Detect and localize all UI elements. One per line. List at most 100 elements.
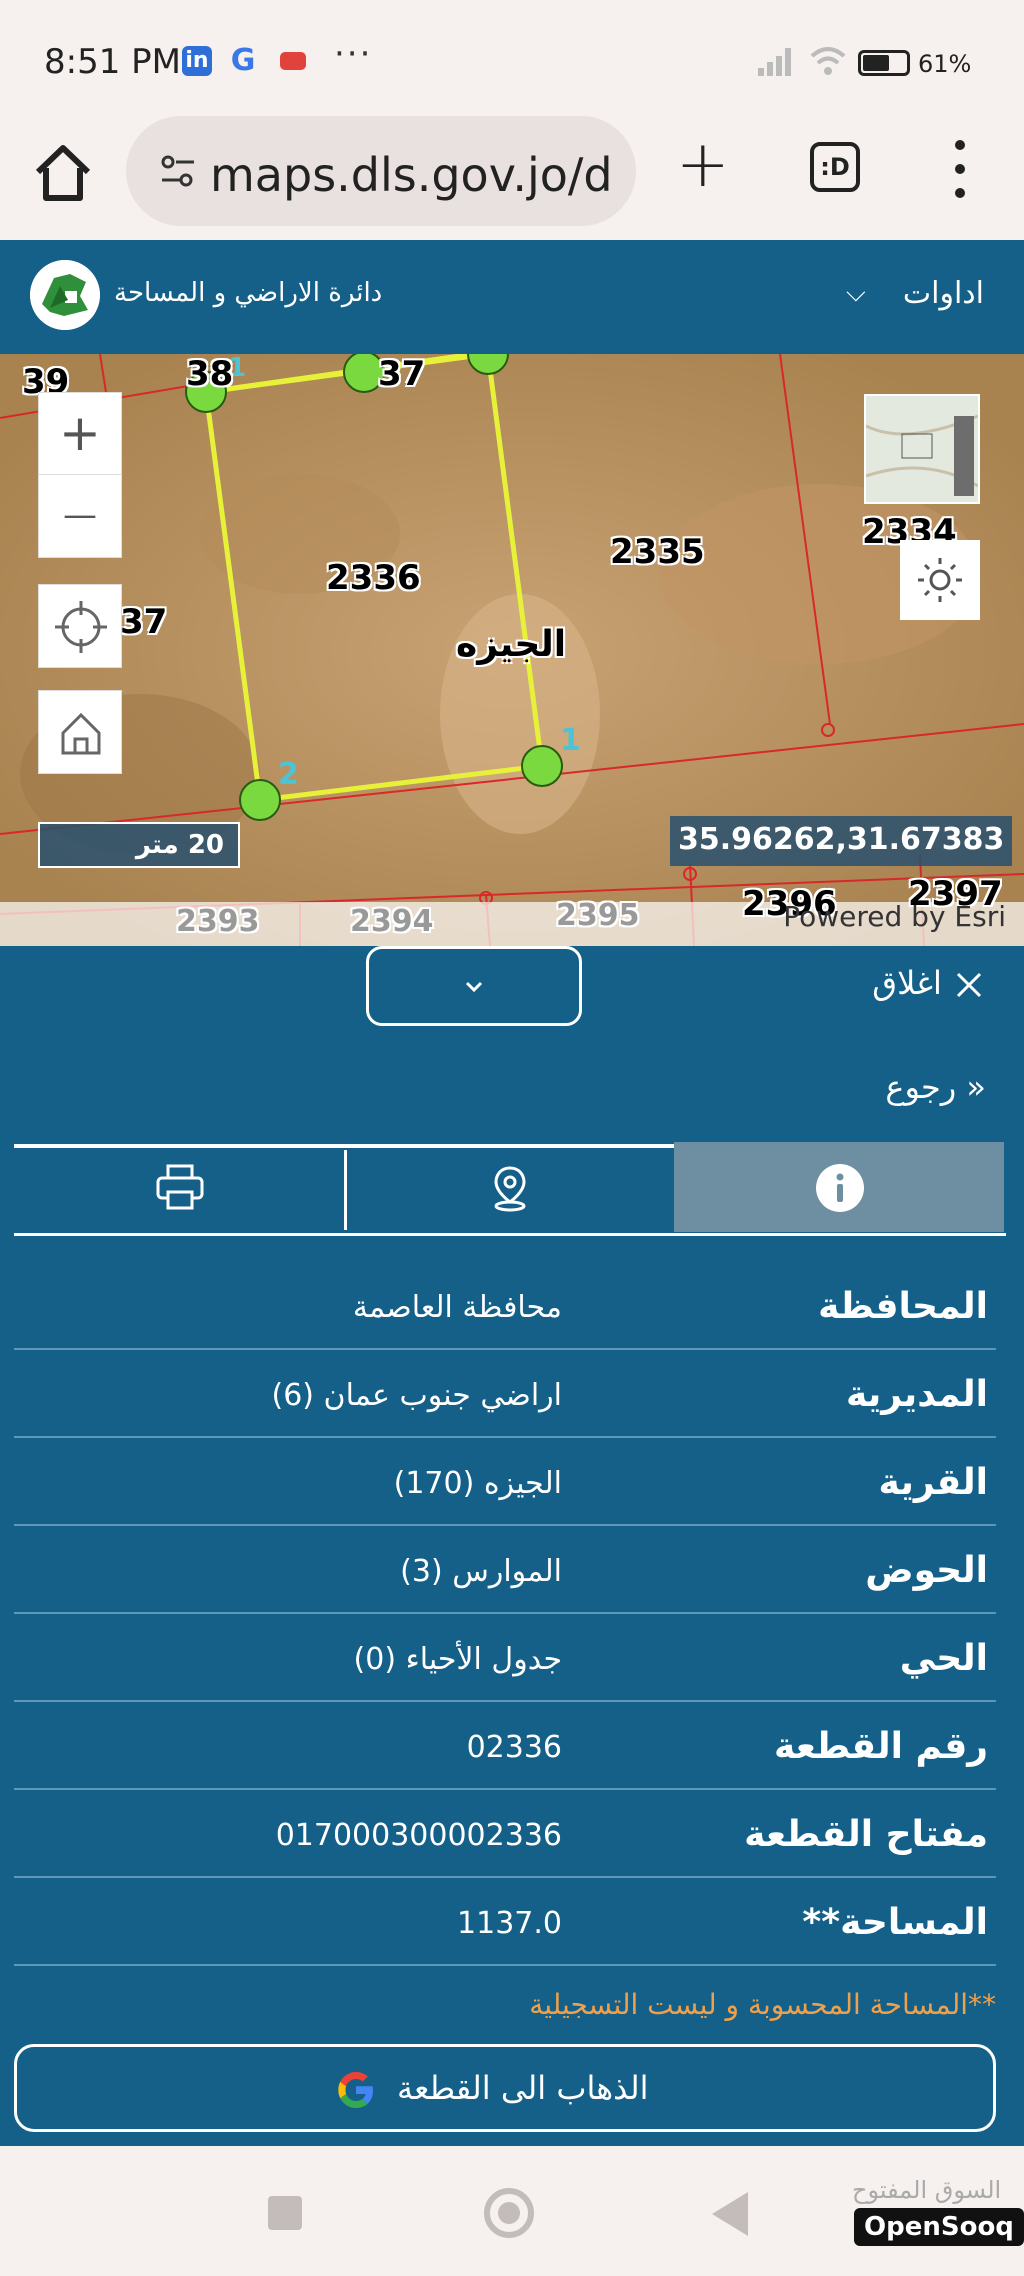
google-icon xyxy=(338,2072,373,2108)
esri-attribution[interactable]: Powered by Esri xyxy=(783,900,1006,933)
parcel-label: 38 xyxy=(186,354,234,394)
detail-row: مفتاح القطعة 017000300002336 xyxy=(14,1790,996,1878)
vertex-label: 2 xyxy=(278,757,299,792)
go-to-parcel-label: الذهاب الى القطعة xyxy=(397,2069,649,2107)
locate-button[interactable] xyxy=(38,584,122,668)
overview-map[interactable] xyxy=(864,394,980,504)
parcel-info-panel: اغلاق « رجوع المحافظة محافظة العاصمة الم… xyxy=(0,946,1024,2146)
detail-label: مفتاح القطعة xyxy=(744,1814,988,1855)
vertex-marker xyxy=(521,745,563,787)
tools-menu[interactable]: اداوات xyxy=(903,276,984,311)
vertex-marker xyxy=(239,779,281,821)
panel-toolbar: اغلاق xyxy=(0,946,1024,1028)
collapse-panel-button[interactable] xyxy=(366,946,582,1026)
browser-toolbar: maps.dls.gov.jo/d + :D xyxy=(0,110,1024,240)
detail-value: 017000300002336 xyxy=(275,1818,562,1853)
tab-print[interactable] xyxy=(14,1142,344,1232)
detail-row: الحوض الموارس (3) xyxy=(14,1526,996,1614)
back-label: رجوع xyxy=(885,1068,957,1106)
home-button[interactable] xyxy=(484,2188,534,2238)
detail-value: اراضي جنوب عمان (6) xyxy=(271,1378,562,1413)
detail-value: الجيزه (170) xyxy=(393,1466,562,1501)
detail-label: الحوض xyxy=(865,1550,988,1591)
go-to-parcel-button[interactable]: الذهاب الى القطعة xyxy=(14,2044,996,2132)
recents-button[interactable] xyxy=(268,2196,302,2230)
close-label: اغلاق xyxy=(872,964,942,1002)
panel-tabs xyxy=(14,1142,1006,1236)
crosshair-icon xyxy=(55,601,107,653)
scale-bar: 20 متر xyxy=(38,822,240,868)
more-notifications-icon: ··· xyxy=(334,34,373,74)
close-button[interactable]: اغلاق xyxy=(872,964,986,1002)
back-nav-button[interactable] xyxy=(712,2192,748,2236)
status-time: 8:51 PM xyxy=(44,42,181,82)
site-settings-icon[interactable] xyxy=(158,152,198,192)
detail-row: المديرية اراضي جنوب عمان (6) xyxy=(14,1350,996,1438)
detail-value: 1137.0 xyxy=(457,1906,562,1941)
new-tab-button[interactable]: + xyxy=(676,130,730,200)
tab-location[interactable] xyxy=(344,1142,674,1232)
chevron-down-icon[interactable]: ⌵ xyxy=(846,278,866,309)
basemap-toggle-button[interactable] xyxy=(900,540,980,620)
detail-row: رقم القطعة 02336 xyxy=(14,1702,996,1790)
battery-percent: 61% xyxy=(918,50,972,78)
home-icon xyxy=(61,712,101,755)
screen: 8:51 PM in G ··· 61% maps.dls.gov.jo/d +… xyxy=(0,0,1024,2276)
opensooq-watermark: OpenSooq xyxy=(854,2208,1024,2246)
battery-icon xyxy=(858,50,910,76)
detail-label: المحافظة xyxy=(818,1286,988,1327)
back-button[interactable]: « رجوع xyxy=(885,1068,986,1106)
detail-label: رقم القطعة xyxy=(773,1726,988,1767)
wifi-icon xyxy=(810,47,846,75)
detail-label: المديرية xyxy=(845,1374,988,1415)
parcel-label: 2336 xyxy=(326,558,421,598)
tab-info[interactable] xyxy=(674,1142,1004,1232)
zoom-out-button[interactable]: — xyxy=(38,474,122,558)
home-icon[interactable] xyxy=(28,138,98,208)
browser-menu-icon[interactable] xyxy=(950,140,970,200)
back-row: « رجوع xyxy=(14,1028,996,1148)
parcel-details-table: المحافظة محافظة العاصمة المديرية اراضي ج… xyxy=(14,1262,996,1966)
overview-map-thumbnail xyxy=(865,396,979,502)
close-icon xyxy=(956,972,982,998)
printer-icon xyxy=(156,1164,204,1210)
double-chevron-icon: « xyxy=(966,1068,986,1106)
watermark-arabic: السوق المفتوح xyxy=(852,2176,1002,2204)
youtube-icon xyxy=(280,52,306,70)
google-icon: G xyxy=(230,43,256,78)
vertex-label: 1 xyxy=(560,723,581,758)
detail-row: المساحة** 1137.0 xyxy=(14,1878,996,1966)
detail-label: المساحة** xyxy=(802,1902,988,1943)
parcel-label: 2335 xyxy=(610,532,705,572)
signal-icon xyxy=(758,48,796,76)
department-logo xyxy=(30,260,100,330)
detail-value: الموارس (3) xyxy=(400,1554,562,1589)
detail-value: جدول الأحياء (0) xyxy=(353,1642,562,1677)
zoom-in-button[interactable]: + xyxy=(38,392,122,476)
info-icon xyxy=(816,1164,864,1212)
detail-row: الحي جدول الأحياء (0) xyxy=(14,1614,996,1702)
sun-icon xyxy=(918,558,962,602)
parcel-label: 2393 xyxy=(176,904,260,939)
address-bar[interactable]: maps.dls.gov.jo/d xyxy=(126,116,636,226)
parcel-label: 2395 xyxy=(556,898,640,933)
system-nav-bar: السوق المفتوح OpenSooq xyxy=(0,2146,1024,2276)
location-pin-icon xyxy=(494,1166,526,1212)
chevron-down-icon xyxy=(465,981,483,992)
parcel-label: 37 xyxy=(378,354,426,394)
tab-switcher-button[interactable]: :D xyxy=(810,142,860,192)
map-view[interactable]: 2 1 1 39 38 37 37 2336 2335 2334 الجيزه … xyxy=(0,354,1024,946)
area-footnote: **المساحة المحسوبة و ليست التسجيلية xyxy=(529,1988,996,2021)
department-name: دائرة الاراضي و المساحة xyxy=(114,278,383,308)
app-header: دائرة الاراضي و المساحة ⌵ اداوات xyxy=(0,240,1024,354)
detail-value: 02336 xyxy=(466,1730,562,1765)
parcel-label: 37 xyxy=(120,602,168,642)
detail-row: القرية الجيزه (170) xyxy=(14,1438,996,1526)
home-extent-button[interactable] xyxy=(38,690,122,774)
coordinates-readout: 35.96262,31.67383 xyxy=(670,816,1013,866)
detail-label: الحي xyxy=(899,1638,988,1679)
village-label: الجيزه xyxy=(456,624,567,665)
detail-row: المحافظة محافظة العاصمة xyxy=(14,1262,996,1350)
linkedin-icon: in xyxy=(182,46,212,76)
status-bar: 8:51 PM in G ··· 61% xyxy=(0,0,1024,110)
